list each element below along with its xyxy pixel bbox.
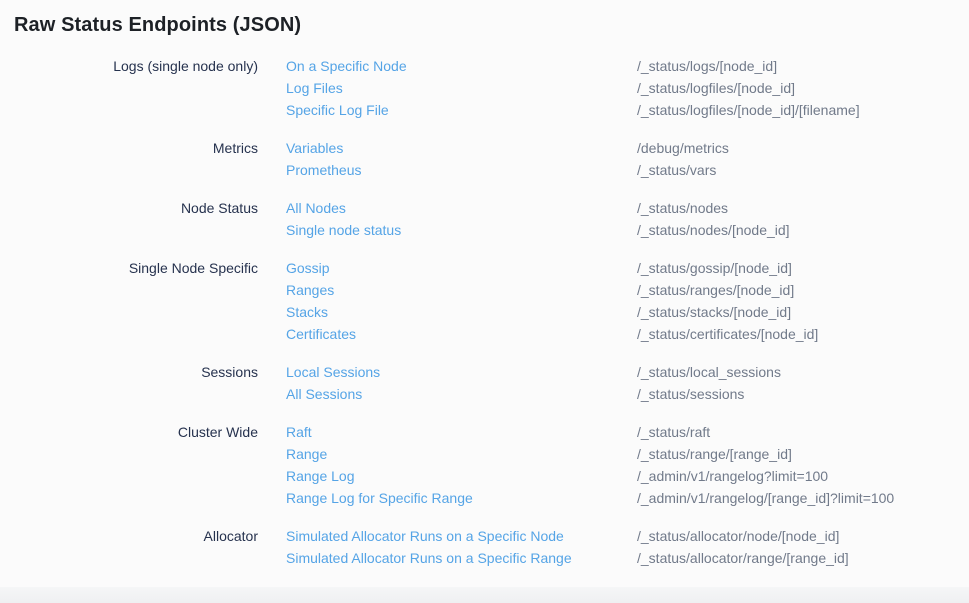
endpoint-paths-column: /_status/allocator/node/[node_id]/_statu…	[637, 525, 969, 569]
endpoint-link[interactable]: Raft	[286, 421, 637, 443]
category-label: Logs (single node only)	[0, 55, 258, 77]
endpoint-group: Sessions Local SessionsAll Sessions/_stat…	[0, 361, 969, 405]
endpoint-path: /_status/nodes/[node_id]	[637, 219, 969, 241]
endpoint-link[interactable]: Range	[286, 443, 637, 465]
endpoint-path: /debug/metrics	[637, 137, 969, 159]
endpoint-link[interactable]: Specific Log File	[286, 99, 637, 121]
endpoint-link[interactable]: Certificates	[286, 323, 637, 345]
endpoint-path: /_admin/v1/rangelog?limit=100	[637, 465, 969, 487]
endpoint-links-column: Simulated Allocator Runs on a Specific N…	[286, 525, 637, 569]
endpoint-paths-column: /_status/local_sessions/_status/sessions	[637, 361, 969, 405]
endpoint-link[interactable]: Single node status	[286, 219, 637, 241]
endpoint-paths-column: /_status/logs/[node_id]/_status/logfiles…	[637, 55, 969, 121]
endpoint-links-column: RaftRangeRange LogRange Log for Specific…	[286, 421, 637, 509]
endpoint-paths-column: /debug/metrics/_status/vars	[637, 137, 969, 181]
endpoint-path: /_status/logs/[node_id]	[637, 55, 969, 77]
endpoint-links-column: On a Specific NodeLog FilesSpecific Log …	[286, 55, 637, 121]
endpoint-link[interactable]: Simulated Allocator Runs on a Specific R…	[286, 547, 637, 569]
category-label: Metrics	[0, 137, 258, 159]
endpoint-path: /_status/local_sessions	[637, 361, 969, 383]
category-label: Cluster Wide	[0, 421, 258, 443]
page-title: Raw Status Endpoints (JSON)	[0, 0, 969, 37]
endpoint-path: /_status/vars	[637, 159, 969, 181]
endpoint-link[interactable]: Ranges	[286, 279, 637, 301]
endpoint-link[interactable]: Stacks	[286, 301, 637, 323]
endpoint-path: /_status/stacks/[node_id]	[637, 301, 969, 323]
endpoint-link[interactable]: Simulated Allocator Runs on a Specific N…	[286, 525, 637, 547]
endpoint-link[interactable]: Log Files	[286, 77, 637, 99]
endpoint-path: /_status/nodes	[637, 197, 969, 219]
endpoint-paths-column: /_status/raft/_status/range/[range_id]/_…	[637, 421, 969, 509]
endpoint-group: Node Status All NodesSingle node status/_…	[0, 197, 969, 241]
endpoint-link[interactable]: On a Specific Node	[286, 55, 637, 77]
endpoint-path: /_status/ranges/[node_id]	[637, 279, 969, 301]
endpoint-link[interactable]: Gossip	[286, 257, 637, 279]
endpoint-group: Logs (single node only) On a Specific Nod…	[0, 55, 969, 121]
endpoint-link[interactable]: All Sessions	[286, 383, 637, 405]
endpoint-group: Metrics VariablesPrometheus/debug/metrics…	[0, 137, 969, 181]
endpoint-path: /_status/logfiles/[node_id]/[filename]	[637, 99, 969, 121]
endpoint-link[interactable]: Local Sessions	[286, 361, 637, 383]
endpoint-links-column: All NodesSingle node status	[286, 197, 637, 241]
endpoint-paths-column: /_status/nodes/_status/nodes/[node_id]	[637, 197, 969, 241]
endpoint-path: /_status/range/[range_id]	[637, 443, 969, 465]
endpoint-path: /_admin/v1/rangelog/[range_id]?limit=100	[637, 487, 969, 509]
endpoint-path: /_status/raft	[637, 421, 969, 443]
endpoint-links-column: GossipRangesStacksCertificates	[286, 257, 637, 345]
endpoint-group: Single Node Specific GossipRangesStacksCe…	[0, 257, 969, 345]
endpoint-links-column: VariablesPrometheus	[286, 137, 637, 181]
endpoint-path: /_status/certificates/[node_id]	[637, 323, 969, 345]
endpoint-group: Allocator Simulated Allocator Runs on a S…	[0, 525, 969, 569]
footer-band	[0, 587, 969, 603]
endpoint-link[interactable]: Prometheus	[286, 159, 637, 181]
raw-status-endpoints-page: Raw Status Endpoints (JSON) Logs (single…	[0, 0, 969, 603]
endpoint-path: /_status/sessions	[637, 383, 969, 405]
endpoint-group: Cluster Wide RaftRangeRange LogRange Log …	[0, 421, 969, 509]
category-label: Single Node Specific	[0, 257, 258, 279]
category-label: Node Status	[0, 197, 258, 219]
endpoint-path: /_status/logfiles/[node_id]	[637, 77, 969, 99]
endpoint-link[interactable]: Variables	[286, 137, 637, 159]
category-label: Allocator	[0, 525, 258, 547]
endpoint-links-column: Local SessionsAll Sessions	[286, 361, 637, 405]
endpoint-paths-column: /_status/gossip/[node_id]/_status/ranges…	[637, 257, 969, 345]
endpoint-link[interactable]: Range Log	[286, 465, 637, 487]
endpoint-link[interactable]: Range Log for Specific Range	[286, 487, 637, 509]
endpoint-groups: Logs (single node only) On a Specific Nod…	[0, 55, 969, 585]
endpoint-path: /_status/allocator/range/[range_id]	[637, 547, 969, 569]
category-label: Sessions	[0, 361, 258, 383]
endpoint-link[interactable]: All Nodes	[286, 197, 637, 219]
endpoint-path: /_status/gossip/[node_id]	[637, 257, 969, 279]
endpoint-path: /_status/allocator/node/[node_id]	[637, 525, 969, 547]
